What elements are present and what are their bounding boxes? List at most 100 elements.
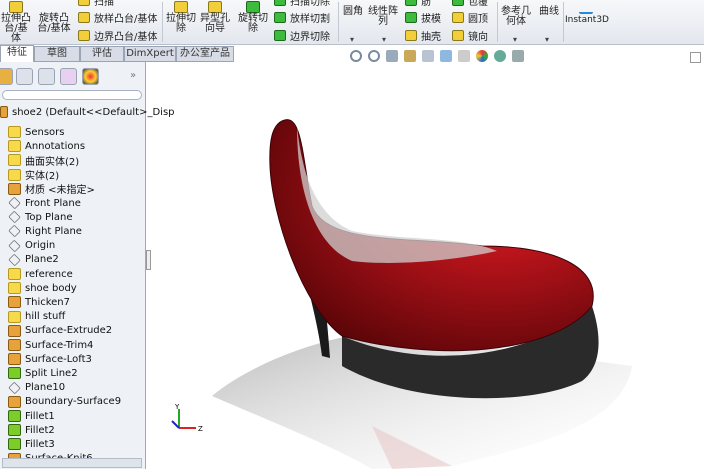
plane-icon (8, 381, 21, 394)
instant3d-button[interactable]: Instant3D (565, 2, 609, 25)
wrap-button[interactable]: 包覆 (452, 0, 488, 8)
appearance-icon[interactable] (476, 50, 488, 62)
revolve-boss-button[interactable]: 旋转凸台/基体 (36, 1, 72, 34)
tab-features[interactable]: 特征 (0, 45, 34, 62)
graphics-area[interactable]: Y Z (152, 66, 704, 469)
dome-button[interactable]: 圆顶 (452, 11, 488, 25)
fillet-button[interactable]: 圆角 (341, 7, 365, 17)
plane-icon (8, 225, 21, 238)
tree-item[interactable]: reference (8, 267, 73, 281)
tab-office-products[interactable]: 办公室产品 (176, 46, 234, 62)
plane-icon (8, 253, 21, 266)
sweep-cut-button[interactable]: 扫描切除 (274, 0, 330, 8)
hide-show-items-icon[interactable] (458, 50, 470, 62)
panel-collapse-handle[interactable] (146, 250, 151, 270)
folder-icon (8, 282, 21, 295)
tree-item[interactable]: Thicken7 (8, 295, 70, 309)
fillet-dropdown-icon[interactable]: ▾ (350, 35, 354, 44)
folder-icon (8, 268, 21, 280)
tree-item[interactable]: Plane10 (8, 381, 65, 395)
configurationmanager-tab-icon[interactable] (38, 68, 55, 85)
curves-dropdown-icon[interactable]: ▾ (545, 35, 549, 44)
heads-up-view-toolbar (350, 50, 524, 66)
part-icon (0, 106, 8, 118)
tree-item[interactable]: Front Plane (8, 196, 81, 210)
feature-manager-panel: » shoe2 (Default<<Default>_Disp Sensors A… (0, 62, 175, 469)
view-orientation-icon[interactable] (422, 50, 434, 62)
fil-icon (8, 410, 21, 422)
shell-button[interactable]: 抽壳 (405, 29, 441, 43)
dimxpertmanager-tab-icon[interactable] (60, 68, 77, 85)
tree-item[interactable]: Origin (8, 239, 55, 253)
plane-icon (8, 196, 21, 210)
rib-button[interactable]: 筋 (405, 0, 431, 8)
featuremanager-tab-icon[interactable] (0, 68, 13, 85)
loft-cut-button[interactable]: 放样切割 (274, 11, 330, 25)
coordinate-triad: Y Z (171, 403, 203, 433)
tree-item[interactable]: hill stuff (8, 310, 65, 324)
tree-root[interactable]: shoe2 (Default<<Default>_Disp (0, 105, 175, 119)
extrude-boss-button[interactable]: 拉伸凸台/基体 (0, 1, 32, 44)
tab-sketch[interactable]: 草图 (34, 46, 80, 62)
viewport-maximize-icon[interactable] (690, 52, 701, 63)
revolve-cut-button[interactable]: 旋转切除 (236, 1, 270, 34)
extrude-cut-button[interactable]: 拉伸切除 (166, 1, 196, 34)
zoom-to-area-icon[interactable] (368, 50, 380, 62)
plane-icon (8, 211, 21, 224)
feat-icon (8, 324, 21, 337)
triad-z-label: Z (198, 425, 203, 433)
tree-horizontal-scrollbar[interactable] (2, 458, 142, 468)
tree-item[interactable]: shoe body (8, 281, 77, 295)
tree-item[interactable]: Top Plane (8, 210, 72, 224)
folder-icon (8, 168, 21, 181)
draft-button[interactable]: 拔模 (405, 11, 441, 25)
loft-boss-button[interactable]: 放样凸台/基体 (78, 11, 157, 25)
triad-y-label: Y (174, 403, 180, 411)
section-view-icon[interactable] (404, 50, 416, 62)
displaymanager-tab-icon[interactable] (82, 68, 99, 85)
boundary-boss-button[interactable]: 边界凸台/基体 (78, 29, 157, 43)
annotation-icon (8, 140, 21, 153)
more-tabs-icon[interactable]: » (130, 70, 136, 81)
tree-item[interactable]: Fillet1 (8, 409, 55, 423)
tree-item[interactable]: 曲面实体(2) (8, 153, 79, 168)
boundary-cut-button[interactable]: 边界切除 (274, 29, 330, 43)
tree-item[interactable]: Right Plane (8, 224, 82, 238)
folder-icon (8, 154, 21, 167)
pattern-dropdown-icon[interactable]: ▾ (382, 35, 386, 44)
tree-item[interactable]: Annotations (8, 139, 85, 153)
refgeom-dropdown-icon[interactable]: ▾ (513, 35, 517, 44)
reference-geometry-button[interactable]: 参考几何体 (500, 7, 532, 27)
tab-dimxpert[interactable]: DimXpert (124, 46, 176, 62)
tree-item[interactable]: Fillet3 (8, 437, 55, 451)
mirror-button[interactable]: 镜向 (452, 29, 488, 43)
command-manager: 拉伸凸台/基体 旋转凸台/基体 扫描 放样凸台/基体 边界凸台/基体 拉伸切除 … (0, 0, 704, 45)
scene-icon[interactable] (494, 50, 506, 62)
tree-filter-input[interactable] (2, 90, 142, 100)
tree-item[interactable]: Surface-Trim4 (8, 338, 93, 352)
tree-item[interactable]: Fillet2 (8, 423, 55, 437)
curves-button[interactable]: 曲线 (536, 7, 562, 17)
folder-icon (8, 310, 21, 323)
tree-item[interactable]: Split Line2 (8, 366, 78, 380)
tree-item[interactable]: Sensors (8, 125, 65, 139)
previous-view-icon[interactable] (386, 50, 398, 62)
sweep-button[interactable]: 扫描 (78, 0, 114, 8)
tree-item[interactable]: 实体(2) (8, 168, 59, 182)
material-icon (8, 182, 21, 195)
zoom-to-fit-icon[interactable] (350, 50, 362, 62)
tree-item[interactable]: Surface-Extrude2 (8, 324, 112, 338)
split-icon (8, 367, 21, 380)
feat-icon (8, 353, 21, 366)
tree-item[interactable]: Boundary-Surface9 (8, 395, 121, 409)
tab-evaluate[interactable]: 评估 (80, 46, 124, 62)
display-style-icon[interactable] (440, 50, 452, 62)
linear-pattern-button[interactable]: 线性阵列 (368, 7, 398, 27)
tree-item[interactable]: Surface-Loft3 (8, 352, 92, 366)
tree-item[interactable]: 材质 <未指定> (8, 182, 95, 196)
view-settings-icon[interactable] (512, 50, 524, 62)
tree-item[interactable]: Plane2 (8, 253, 59, 267)
feat-icon (8, 296, 21, 309)
hole-wizard-button[interactable]: 异型孔向导 (200, 1, 230, 34)
propertymanager-tab-icon[interactable] (16, 68, 33, 85)
